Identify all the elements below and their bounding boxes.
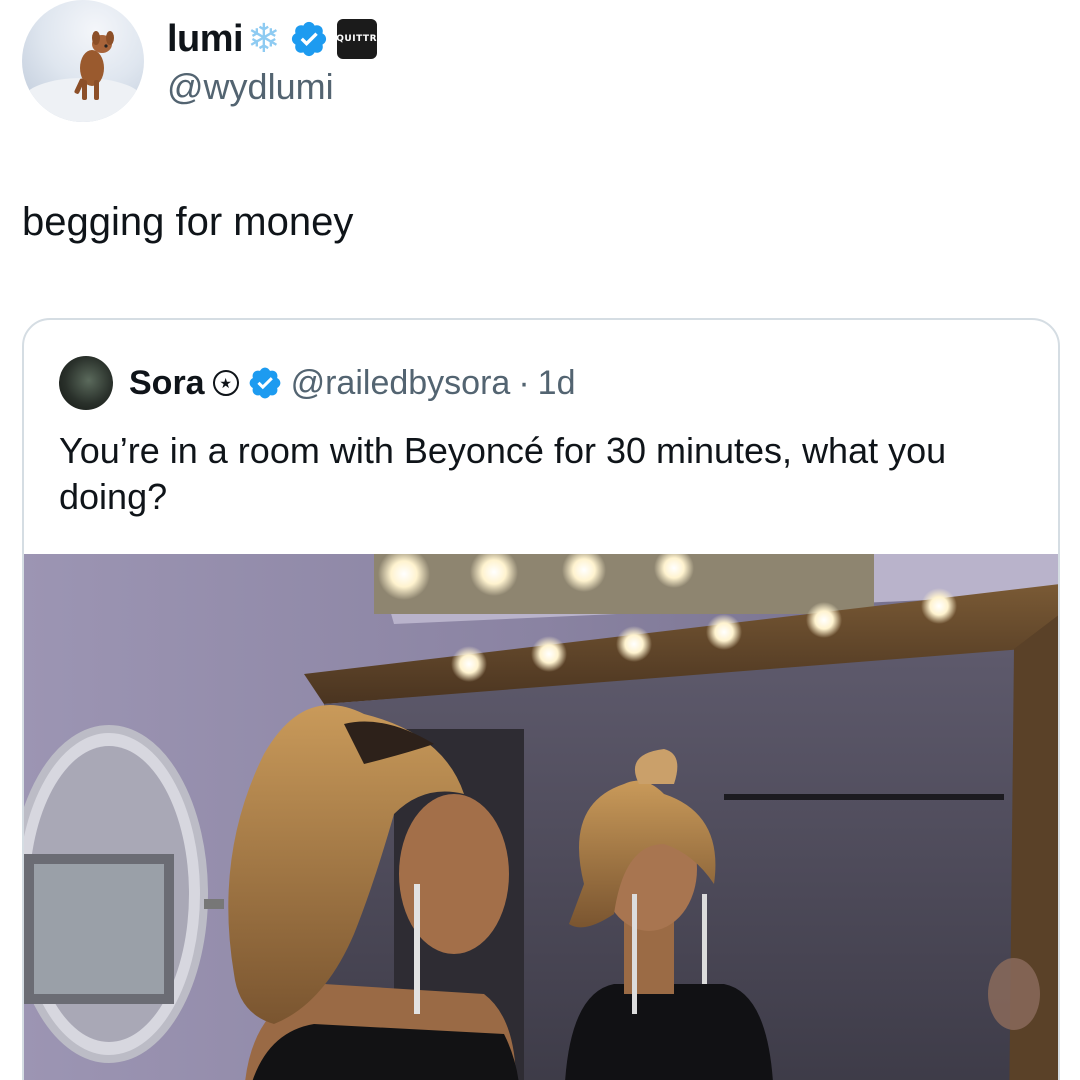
tweet-screenshot: lumi ❄ QUITTR @wydlumi begging for money… [0,0,1080,1080]
quoted-tweet-photo[interactable] [24,554,1058,1080]
quoted-verified-badge-icon[interactable] [247,365,283,401]
affiliate-badge[interactable]: QUITTR [336,19,377,59]
fawn-avatar-image [23,31,143,122]
bot-badge-icon: ★ [212,370,239,396]
dot-separator: · [518,363,530,402]
quoted-tweet-card[interactable]: Sora ★ @railedbysora · 1d You’re in a ro… [22,318,1060,1080]
quoted-timestamp[interactable]: 1d [538,364,576,403]
quoted-author-row: Sora ★ @railedbysora · 1d [59,355,575,411]
quoted-author-avatar[interactable] [59,356,113,410]
quoted-tweet-text: You’re in a room with Beyoncé for 30 min… [59,430,947,517]
author-avatar[interactable] [22,0,144,122]
tweet-text: begging for money [22,200,354,244]
quoted-author-handle[interactable]: @railedbysora [291,364,511,403]
quoted-author-display-name[interactable]: Sora [129,364,205,403]
snowflake-icon: ❄ [247,17,281,61]
dressing-room-photo [24,554,1058,1080]
author-name-row: lumi ❄ QUITTR [167,12,377,66]
verified-badge-icon[interactable] [289,19,329,59]
author-handle[interactable]: @wydlumi [167,66,334,108]
author-display-name[interactable]: lumi [167,18,244,61]
